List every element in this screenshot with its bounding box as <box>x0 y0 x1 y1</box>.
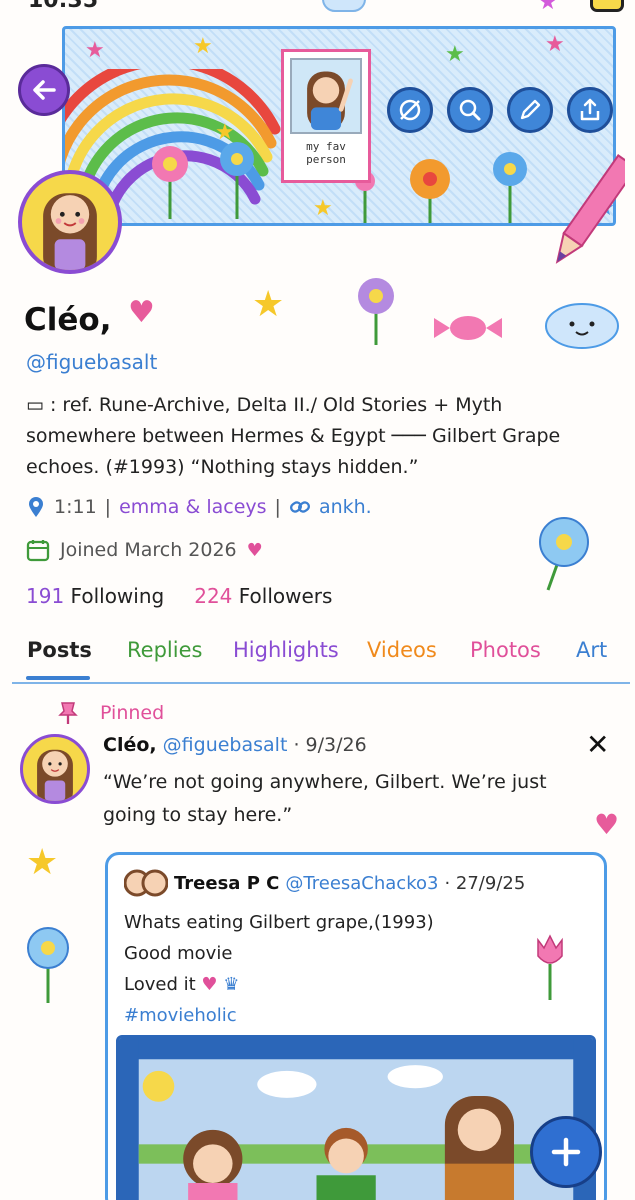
svg-text:♥: ♥ <box>128 295 155 330</box>
profile-name: Cléo, <box>24 302 112 338</box>
quote-body: Whats eating Gilbert grape,(1993) Good m… <box>124 907 434 1031</box>
following-link[interactable]: 191 Following <box>26 584 164 608</box>
profile-joined: Joined March 2026 ♥ <box>26 538 263 562</box>
plus-icon <box>551 1137 581 1167</box>
flower-doodle <box>539 517 589 591</box>
cloud-doodle <box>322 0 366 12</box>
profile-doodles: ♥ ★ <box>128 278 619 349</box>
profile-location: 1:11 <box>54 496 97 518</box>
quote-handle[interactable]: @TreesaChacko3 <box>285 873 438 894</box>
follow-stats: 191 Following 224 Followers <box>26 584 332 608</box>
gift-icon: ♛ <box>223 974 240 995</box>
heart-doodle: ♥ <box>594 808 619 841</box>
profile-avatar[interactable] <box>18 170 122 274</box>
post-date: · 9/3/26 <box>293 734 367 756</box>
quote-line: Whats eating Gilbert grape,(1993) <box>124 912 434 933</box>
post-text: “We’re not going anywhere, Gilbert. We’r… <box>103 771 547 826</box>
post-handle[interactable]: @figuebasalt <box>163 734 288 756</box>
pin-icon <box>58 702 78 724</box>
profile-link[interactable]: ankh. <box>319 496 372 518</box>
edit-button[interactable] <box>507 87 553 133</box>
status-bar: 10:35 ★ <box>0 0 635 14</box>
profile-meta-text: emma & laceys <box>119 496 267 518</box>
profile-meta: 1:11 | emma & laceys | ankh. <box>26 495 372 519</box>
svg-text:★: ★ <box>85 38 105 63</box>
followers-link[interactable]: 224 Followers <box>194 584 332 608</box>
quote-line-text: Loved it <box>124 974 196 995</box>
polaroid-caption: my fav person <box>306 140 346 166</box>
share-button[interactable] <box>567 87 613 133</box>
post-avatar[interactable] <box>20 734 90 804</box>
post-author[interactable]: Cléo, <box>103 734 157 756</box>
tab-posts[interactable]: Posts <box>27 638 92 662</box>
pinned-label: Pinned <box>100 702 165 724</box>
joined-date: Joined March 2026 <box>60 539 237 561</box>
battery-icon <box>590 0 624 12</box>
tab-photos[interactable]: Photos <box>470 638 541 662</box>
arrow-left-icon <box>33 80 56 100</box>
svg-text:★: ★ <box>445 42 465 67</box>
profile-tabs: Posts Replies Highlights Videos Photos A… <box>0 632 635 684</box>
following-label: Following <box>70 584 165 608</box>
location-pin-icon <box>29 497 43 517</box>
close-icon[interactable]: ✕ <box>586 728 609 761</box>
star-doodle: ★ <box>538 0 558 14</box>
polaroid-image <box>290 58 362 134</box>
svg-text:★: ★ <box>193 34 213 59</box>
followers-label: Followers <box>238 584 333 608</box>
post-header: Cléo, @figuebasalt · 9/3/26 <box>103 734 367 756</box>
profile-handle: @figuebasalt <box>26 350 158 374</box>
quote-date: · 27/9/25 <box>444 872 526 894</box>
tab-replies[interactable]: Replies <box>127 638 202 662</box>
quote-image[interactable] <box>116 1035 596 1200</box>
heart-doodle: ♥ <box>246 539 263 561</box>
quote-hashtag[interactable]: #movieholic <box>124 1000 434 1031</box>
quote-line: Good movie <box>124 943 233 964</box>
tab-highlights[interactable]: Highlights <box>233 638 339 662</box>
grok-button[interactable] <box>387 87 433 133</box>
quote-line: Loved it ♥ ♛ <box>124 969 434 1000</box>
back-button[interactable] <box>18 64 70 116</box>
heart-icon: ♥ <box>201 974 218 995</box>
svg-text:★: ★ <box>215 120 235 145</box>
quote-avatar <box>124 869 168 897</box>
quote-header: Treesa P C @TreesaChacko3 · 27/9/25 <box>124 869 525 897</box>
compose-button[interactable] <box>530 1116 602 1188</box>
svg-text:★: ★ <box>313 196 333 221</box>
tab-videos[interactable]: Videos <box>367 638 437 662</box>
pencil-doodle <box>555 154 625 264</box>
grok-icon <box>399 99 421 121</box>
tab-art[interactable]: Art <box>576 638 607 662</box>
pinned-indicator: Pinned <box>56 700 164 726</box>
meta-separator: | <box>274 496 281 518</box>
profile-bio: ▭ : ref. Rune-Archive, Delta II./ Old St… <box>26 394 561 478</box>
followers-count: 224 <box>194 584 233 608</box>
active-tab-indicator <box>26 676 90 680</box>
polaroid-card: my fav person <box>281 49 371 183</box>
share-icon <box>580 98 600 121</box>
pencil-icon <box>520 99 541 120</box>
svg-text:★: ★ <box>26 842 58 883</box>
tulip-doodle <box>537 934 563 1000</box>
tabs-divider <box>12 682 630 684</box>
search-icon <box>459 99 481 121</box>
svg-text:★: ★ <box>545 32 565 57</box>
margin-doodles: ★ <box>26 842 69 1003</box>
search-button[interactable] <box>447 87 493 133</box>
calendar-icon <box>26 540 50 562</box>
meta-separator: | <box>104 496 112 518</box>
quote-author[interactable]: Treesa P C <box>174 873 279 894</box>
following-count: 191 <box>26 584 65 608</box>
link-icon <box>289 501 310 513</box>
profile-banner[interactable]: ★ ★ ★ ★ ★ ★ ★ <box>62 26 616 226</box>
status-time: 10:35 <box>28 0 99 13</box>
svg-text:♥: ♥ <box>594 808 619 841</box>
svg-text:★: ★ <box>252 284 284 325</box>
